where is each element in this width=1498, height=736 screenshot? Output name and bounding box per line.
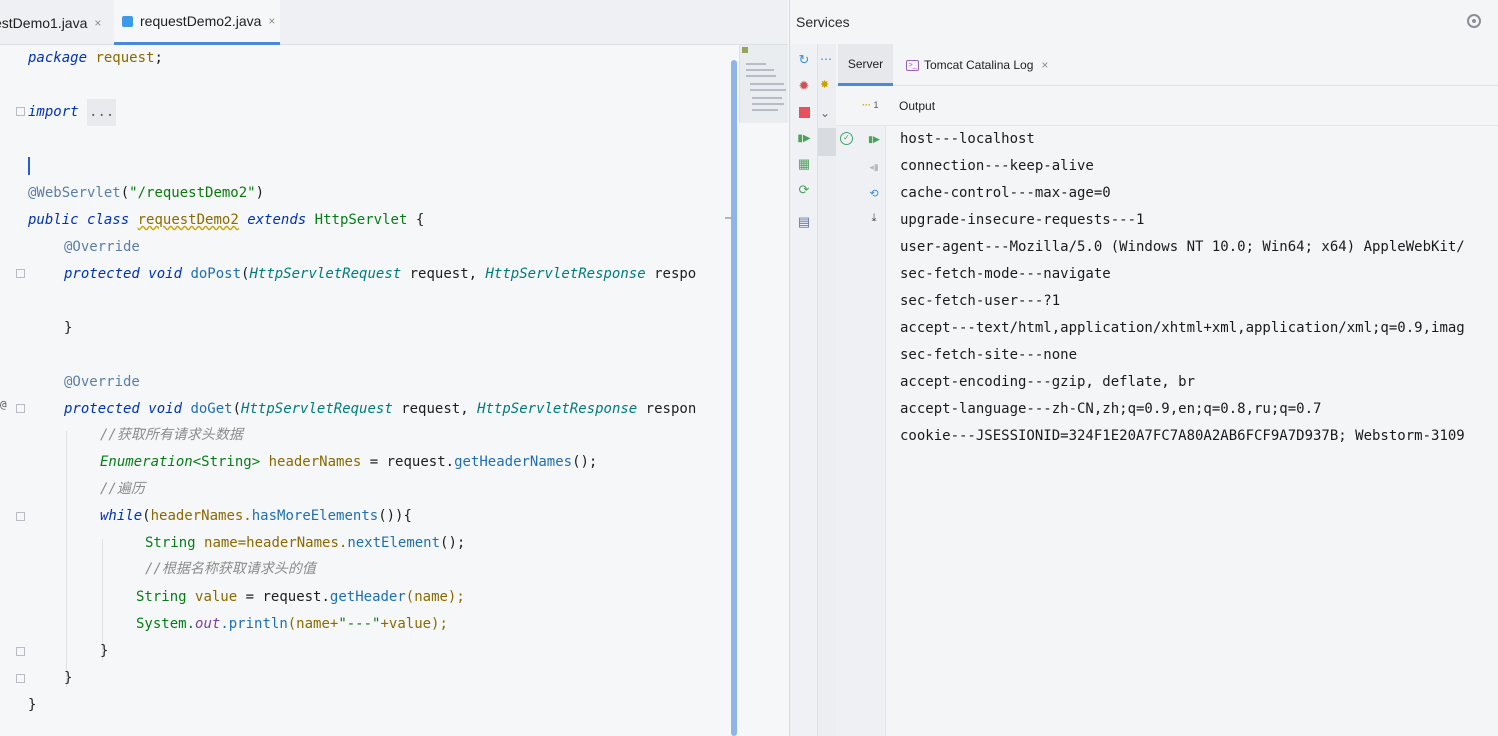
java-file-icon [122, 15, 133, 27]
output-count-badge: ··· 1 [862, 100, 879, 110]
deploy-icon[interactable]: ▦ [796, 156, 812, 172]
services-header: Services [790, 0, 1498, 44]
scroll-to-end-icon[interactable]: ⤓ [866, 212, 882, 226]
status-indicator-icon [742, 47, 748, 53]
layout-icon[interactable]: ▤ [796, 214, 812, 230]
services-tree[interactable]: ⋯ ✸ ⌄ [818, 44, 836, 736]
code-line: //获取所有请求头数据 [100, 427, 243, 443]
code-line: String value = request.getHeader(name); [136, 589, 465, 605]
code-line: package request; [28, 50, 163, 66]
code-editor[interactable]: estDemo1.java × requestDemo2.java × @ pa… [0, 0, 788, 736]
target-icon[interactable] [1467, 14, 1481, 28]
code-line: Enumeration<String> headerNames = reques… [100, 454, 598, 470]
output-toolbar: ✓ ▮▶ ◂▮ ⟲ ⤓ [836, 126, 886, 736]
output-line: sec-fetch-mode---navigate [900, 266, 1111, 282]
output-line: accept-language---zh-CN,zh;q=0.9,en;q=0.… [900, 401, 1322, 417]
folded-imports[interactable]: ... [87, 99, 117, 126]
code-line: } [64, 670, 73, 686]
minimap-line [750, 89, 786, 91]
tab-label: Server [847, 56, 884, 71]
code-line: System.out.println(name+"---"+value); [136, 616, 448, 632]
update-icon[interactable]: ⟳ [796, 182, 812, 198]
code-line: @Override [64, 239, 140, 255]
close-icon[interactable]: × [94, 16, 101, 30]
code-line: } [64, 320, 73, 336]
output-label[interactable]: Output [899, 99, 935, 113]
check-icon: ✓ [840, 132, 853, 145]
console-output[interactable]: host---localhost connection---keep-alive… [900, 126, 1498, 736]
reload-icon[interactable]: ⟲ [866, 187, 882, 201]
services-toolbar: ↻ ✹ ▮▶ ▦ ⟳ ▤ [790, 44, 818, 736]
tab-label: requestDemo2.java [140, 13, 262, 29]
vertical-scrollbar[interactable] [731, 60, 737, 736]
tab-server[interactable]: Server [838, 44, 893, 86]
output-line: cookie---JSESSIONID=324F1E20A7FC7A80A2AB… [900, 428, 1465, 444]
code-line: String name=headerNames.nextElement(); [145, 535, 466, 551]
code-line: //根据名称获取请求头的值 [145, 561, 316, 577]
code-line: } [100, 643, 109, 659]
code-line: while(headerNames.hasMoreElements()){ [100, 508, 412, 524]
services-title: Services [796, 14, 850, 30]
code-line: protected void doPost(HttpServletRequest… [64, 266, 697, 282]
tab-label: Tomcat Catalina Log [924, 58, 1034, 72]
text-caret [28, 157, 30, 175]
minimap-line [746, 75, 776, 77]
step-back-icon[interactable]: ◂▮ [866, 162, 882, 176]
close-icon[interactable]: × [268, 14, 275, 28]
minimap-line [746, 69, 774, 71]
minimap-line [752, 97, 782, 99]
output-line: accept---text/html,application/xhtml+xml… [900, 320, 1465, 336]
refresh-icon[interactable]: ↻ [796, 52, 812, 68]
services-panel: Services ↻ ✹ ▮▶ ▦ ⟳ ▤ ⋯ ✸ ⌄ Server >_ To… [789, 0, 1498, 736]
code-area[interactable]: @ package request; import ... @WebServle… [0, 45, 738, 736]
tab-requestdemo2[interactable]: requestDemo2.java × [114, 0, 280, 45]
output-line: sec-fetch-user---?1 [900, 293, 1061, 309]
chevron-down-icon[interactable]: ⌄ [820, 106, 830, 120]
output-line: user-agent---Mozilla/5.0 (Windows NT 10.… [900, 239, 1465, 255]
minimap-line [746, 63, 766, 65]
tab-requestdemo1[interactable]: estDemo1.java × [0, 0, 109, 45]
output-line: connection---keep-alive [900, 158, 1094, 174]
code-line: public class requestDemo2 extends HttpSe… [28, 212, 425, 228]
more-icon[interactable]: ⋯ [820, 52, 832, 66]
tab-tomcat-catalina-log[interactable]: >_ Tomcat Catalina Log × [906, 44, 1048, 86]
ellipsis-icon: ··· [862, 100, 871, 110]
minimap-line [750, 83, 784, 85]
run-icon[interactable]: ▮▶ [796, 130, 812, 146]
code-line: @WebServlet("/requestDemo2") [28, 185, 265, 201]
selected-tree-item[interactable] [818, 128, 836, 156]
output-line: host---localhost [900, 131, 1035, 147]
code-line: } [28, 697, 37, 713]
tab-label: estDemo1.java [0, 14, 88, 31]
output-line: sec-fetch-site---none [900, 347, 1078, 363]
minimap[interactable] [739, 45, 788, 123]
terminal-icon: >_ [906, 59, 919, 71]
code-line: //遍历 [100, 481, 145, 497]
minimap-line [752, 103, 784, 105]
close-icon[interactable]: × [1041, 58, 1048, 72]
output-line: accept-encoding---gzip, deflate, br [900, 374, 1196, 390]
output-header: ··· 1 Output [836, 86, 1498, 126]
debug-icon[interactable]: ✹ [796, 78, 812, 94]
output-line: upgrade-insecure-requests---1 [900, 212, 1145, 228]
stop-icon[interactable] [796, 104, 812, 120]
minimap-line [752, 109, 778, 111]
code-line: import ... [0, 99, 738, 126]
editor-tab-bar: estDemo1.java × requestDemo2.java × [0, 0, 788, 45]
tomcat-icon[interactable]: ✸ [820, 78, 829, 91]
rerun-icon[interactable]: ▮▶ [866, 134, 882, 148]
services-tab-strip: Server >_ Tomcat Catalina Log × [836, 44, 1498, 86]
code-line: protected void doGet(HttpServletRequest … [64, 401, 697, 417]
output-line: cache-control---max-age=0 [900, 185, 1111, 201]
code-line: @Override [64, 374, 140, 390]
